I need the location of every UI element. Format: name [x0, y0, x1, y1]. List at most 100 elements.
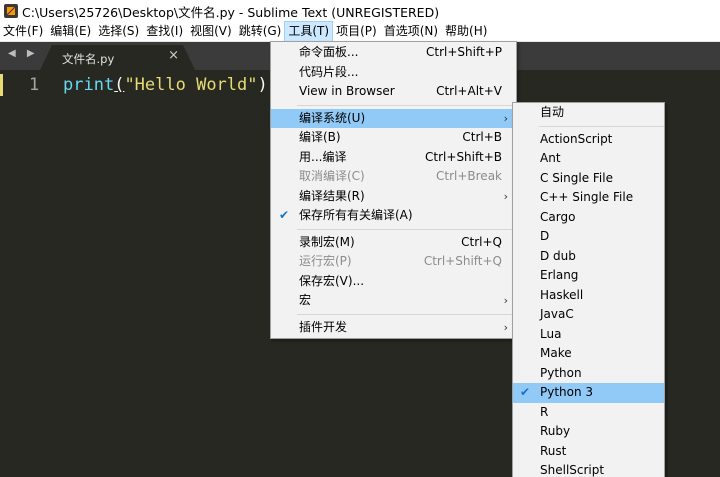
close-icon[interactable]: ×	[168, 48, 179, 63]
build-system-item[interactable]: Python	[513, 364, 664, 384]
build-system-item-label: R	[540, 404, 549, 419]
build-system-item-label: Rust	[540, 443, 567, 458]
build-system-item-label: Ant	[540, 151, 561, 165]
build-system-item-label: Make	[540, 346, 572, 360]
build-system-item[interactable]: 自动	[513, 103, 664, 123]
tools-menu-item[interactable]: 保存宏(V)...	[271, 272, 516, 292]
code-line-1[interactable]: print("Hello World")	[63, 74, 268, 96]
tab-active-file[interactable]: 文件名.py ×	[40, 45, 195, 70]
build-system-item-label: Lua	[540, 326, 562, 341]
build-system-item[interactable]: C++ Single File	[513, 188, 664, 208]
menu-4[interactable]: 视图(V)	[187, 22, 235, 41]
shortcut-label: Ctrl+Q	[461, 234, 502, 249]
shortcut-label: Ctrl+B	[462, 130, 502, 144]
menu-2[interactable]: 选择(S)	[95, 22, 142, 41]
build-system-item[interactable]: ✔ Python 3	[513, 383, 664, 403]
submenu-separator	[539, 125, 664, 127]
shortcut-label: Ctrl+Shift+Q	[423, 254, 502, 268]
tools-menu-item-label: 运行宏(P)	[299, 254, 352, 268]
build-system-item-label: 自动	[540, 105, 565, 119]
tools-menu-item[interactable]: View in Browser Ctrl+Alt+V	[271, 82, 516, 102]
build-system-item[interactable]: ActionScript	[513, 130, 664, 150]
tools-menu-item[interactable]: 宏 ›	[271, 291, 516, 311]
build-system-item-label: Python	[540, 365, 582, 380]
chevron-right-icon: ›	[503, 320, 508, 334]
build-system-item-label: JavaC	[540, 307, 574, 321]
title-bar: C:\Users\25726\Desktop\文件名.py - Sublime …	[0, 0, 720, 22]
menu-separator	[297, 104, 516, 106]
build-system-item-label: ActionScript	[540, 131, 613, 146]
tools-menu-item[interactable]: 代码片段...	[271, 63, 516, 83]
build-system-item[interactable]: Haskell	[513, 286, 664, 306]
line-number: 1	[29, 75, 40, 95]
menu-separator	[297, 313, 516, 315]
menu-bar: 文件(F) 编辑(E) 选择(S) 查找(I) 视图(V) 跳转(G) 工具(T) 项目(P)…	[0, 21, 720, 42]
current-line-marker	[0, 74, 3, 96]
tab-label: 文件名.py	[62, 52, 115, 66]
menu-5[interactable]: 跳转(G)	[236, 22, 285, 41]
tools-menu-item[interactable]: 录制宏(M) Ctrl+Q	[271, 233, 516, 253]
build-system-item-label: D	[540, 229, 550, 243]
build-system-item-label: ShellScript	[540, 463, 605, 477]
build-system-item-label: D dub	[540, 248, 576, 263]
tools-menu-item-label: 命令面板...	[299, 45, 359, 59]
menu-7[interactable]: 项目(P)	[333, 22, 380, 41]
shortcut-label: Ctrl+Break	[436, 169, 502, 183]
build-system-item-label: Python 3	[540, 385, 594, 399]
build-system-item[interactable]: R	[513, 403, 664, 423]
tools-menu-item-label: 编译结果(R)	[299, 188, 365, 203]
build-system-item-label: Erlang	[540, 268, 579, 282]
build-system-item[interactable]: Cargo	[513, 208, 664, 228]
tools-menu-item-label: 宏	[299, 293, 312, 307]
tools-menu-item[interactable]: 编译(B) Ctrl+B	[271, 128, 516, 148]
build-system-item[interactable]: Make	[513, 344, 664, 364]
sublime-logo-icon	[4, 4, 18, 18]
menu-separator	[297, 228, 516, 230]
build-system-item[interactable]: Erlang	[513, 266, 664, 286]
tools-menu-item[interactable]: 用...编译 Ctrl+Shift+B	[271, 148, 516, 168]
build-system-item-label: C Single File	[540, 170, 613, 185]
tools-menu-item: 运行宏(P) Ctrl+Shift+Q	[271, 252, 516, 272]
tools-menu-item[interactable]: 编译结果(R) ›	[271, 187, 516, 207]
build-system-item-label: Cargo	[540, 209, 576, 224]
build-system-item[interactable]: D dub	[513, 247, 664, 267]
shortcut-label: Ctrl+Shift+B	[425, 149, 502, 164]
menu-6[interactable]: 工具(T)	[284, 21, 334, 42]
tools-menu-item-label: 用...编译	[299, 149, 347, 164]
chevron-right-icon: ›	[503, 111, 508, 125]
menu-9[interactable]: 帮助(H)	[442, 22, 490, 41]
chevron-right-icon: ›	[503, 189, 508, 203]
tools-menu-item-label: 编译(B)	[299, 130, 341, 144]
build-system-item-label: Haskell	[540, 287, 584, 302]
tools-menu-item: 取消编译(C) Ctrl+Break	[271, 167, 516, 187]
tools-menu-dropdown: 命令面板... Ctrl+Shift+P 代码片段... View in Browse…	[270, 41, 517, 339]
chevron-right-icon: ›	[503, 294, 508, 307]
build-system-item[interactable]: Ruby	[513, 422, 664, 442]
tools-menu-item[interactable]: ✔ 保存所有有关编译(A)	[271, 206, 516, 226]
tools-menu-item-label: 取消编译(C)	[299, 169, 365, 183]
menu-3[interactable]: 查找(I)	[143, 22, 186, 41]
check-icon: ✔	[279, 208, 290, 222]
tools-menu-item-label: 录制宏(M)	[299, 234, 355, 249]
menu-0[interactable]: 文件(F)	[0, 22, 46, 41]
tools-menu-item-label: 保存所有有关编译(A)	[299, 208, 413, 222]
build-system-item[interactable]: C Single File	[513, 169, 664, 189]
build-system-item[interactable]: Ant	[513, 149, 664, 169]
menu-1[interactable]: 编辑(E)	[47, 22, 94, 41]
tools-menu-item[interactable]: 编译系统(U) ›	[271, 108, 516, 128]
build-system-item[interactable]: D	[513, 227, 664, 247]
tab-nav-arrows-icon[interactable]: ◀ ▶	[8, 48, 39, 59]
tools-menu-item-label: 代码片段...	[299, 64, 359, 79]
build-system-item[interactable]: Rust	[513, 442, 664, 462]
tools-menu-item[interactable]: 命令面板... Ctrl+Shift+P	[271, 43, 516, 63]
shortcut-label: Ctrl+Alt+V	[436, 84, 502, 98]
gutter-line-1: 1	[0, 74, 58, 96]
tools-menu-item-label: 编译系统(U)	[299, 110, 366, 125]
tools-menu-item-label: 保存宏(V)...	[299, 273, 365, 288]
code-token-function: print	[63, 75, 115, 95]
tools-menu-item[interactable]: 插件开发 ›	[271, 318, 516, 338]
menu-8[interactable]: 首选项(N)	[381, 22, 441, 41]
build-system-item[interactable]: Lua	[513, 325, 664, 345]
build-system-item[interactable]: ShellScript	[513, 461, 664, 477]
build-system-item[interactable]: JavaC	[513, 305, 664, 325]
